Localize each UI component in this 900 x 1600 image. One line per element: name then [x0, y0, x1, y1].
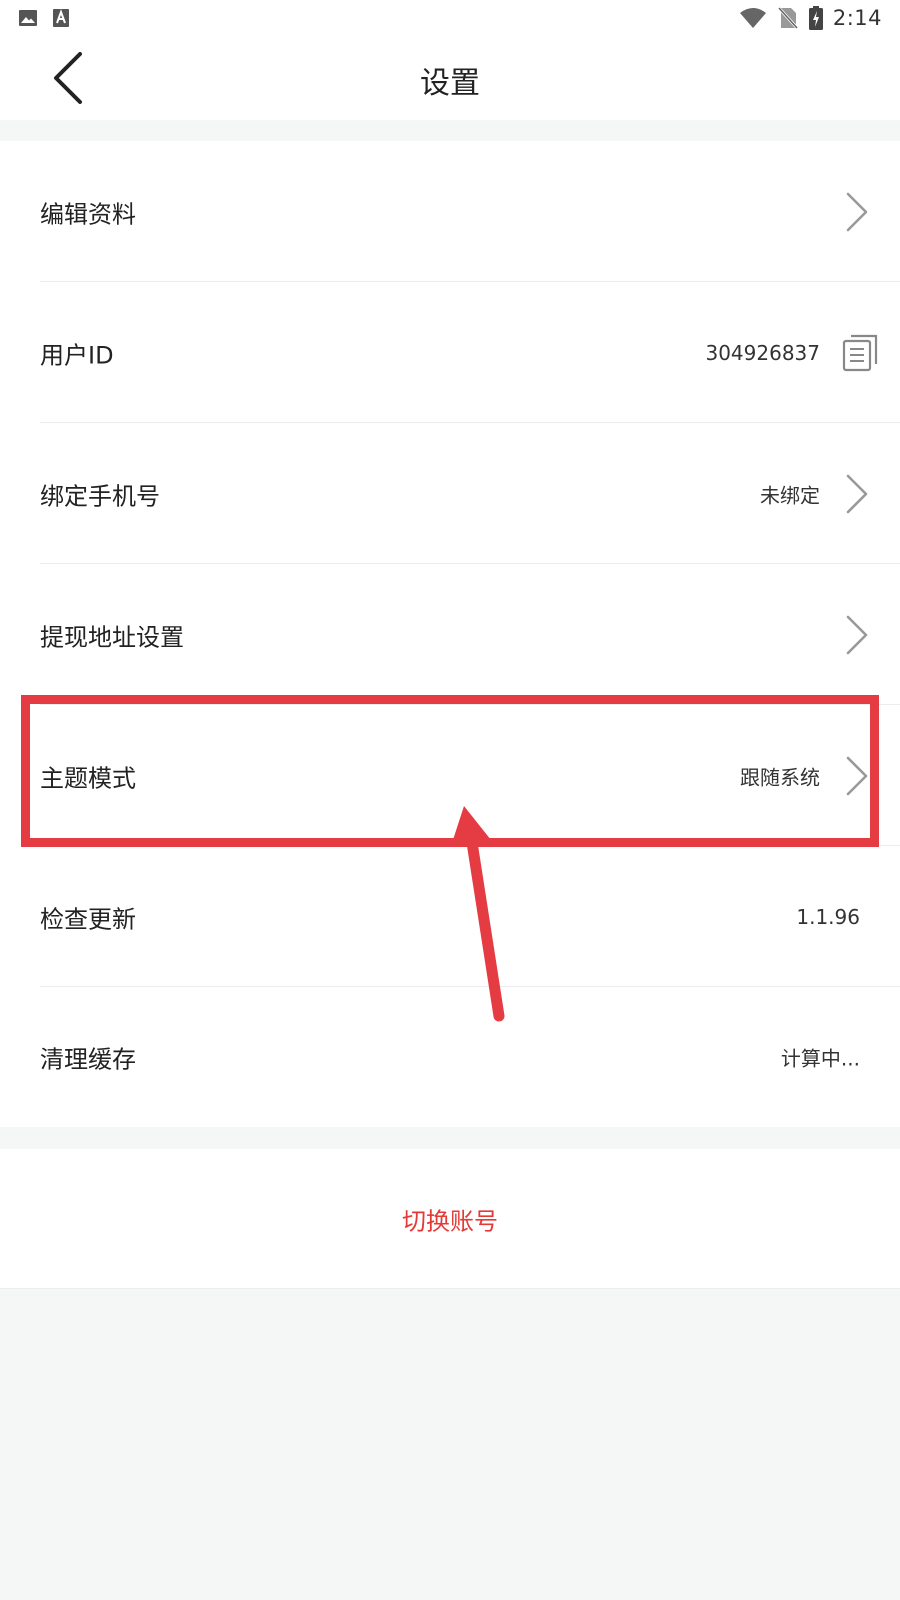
settings-item-clear-cache[interactable]: 清理缓存 计算中... — [0, 987, 900, 1127]
settings-item-label: 用户ID — [40, 341, 114, 369]
version-value: 1.1.96 — [796, 904, 860, 929]
switch-account-button[interactable]: 切换账号 — [0, 1149, 900, 1289]
settings-item-check-update[interactable]: 检查更新 1.1.96 — [0, 846, 900, 987]
chevron-right-icon — [846, 474, 868, 513]
nav-bar: 设置 — [0, 36, 900, 120]
divider — [0, 1288, 900, 1289]
settings-item-theme-mode[interactable]: 主题模式 跟随系统 — [0, 705, 900, 846]
settings-item-user-id: 用户ID 304926837 — [0, 282, 900, 423]
chevron-right-icon — [846, 756, 868, 795]
text-a-icon — [53, 9, 69, 27]
battery-charging-icon — [808, 6, 823, 30]
user-id-value: 304926837 — [705, 340, 820, 365]
switch-account-label: 切换账号 — [402, 1207, 498, 1236]
settings-item-label: 编辑资料 — [40, 200, 136, 228]
image-icon — [19, 10, 37, 26]
settings-item-label: 绑定手机号 — [40, 482, 160, 510]
chevron-right-icon — [846, 615, 868, 654]
chevron-right-icon — [846, 192, 868, 231]
status-time: 2:14 — [832, 6, 882, 30]
settings-item-label: 清理缓存 — [40, 1045, 136, 1074]
settings-item-bind-phone[interactable]: 绑定手机号 未绑定 — [0, 423, 900, 564]
settings-list: 编辑资料 用户ID 304926837 绑定手机号 未绑定 提现地址设置 主题模… — [0, 141, 900, 1127]
no-sim-icon — [776, 6, 799, 30]
section-gap — [0, 120, 900, 141]
settings-item-label: 主题模式 — [40, 764, 136, 792]
wifi-icon — [739, 8, 766, 28]
theme-mode-value: 跟随系统 — [740, 765, 820, 789]
cache-size-value: 计算中... — [780, 1046, 860, 1071]
status-bar: 2:14 — [0, 0, 900, 36]
settings-item-label: 检查更新 — [40, 905, 136, 933]
settings-item-label: 提现地址设置 — [40, 623, 184, 651]
settings-item-withdraw-address[interactable]: 提现地址设置 — [0, 564, 900, 705]
settings-item-edit-profile[interactable]: 编辑资料 — [0, 141, 900, 282]
copy-icon[interactable] — [842, 334, 878, 372]
page-title: 设置 — [420, 66, 480, 101]
bind-phone-status: 未绑定 — [760, 483, 820, 507]
